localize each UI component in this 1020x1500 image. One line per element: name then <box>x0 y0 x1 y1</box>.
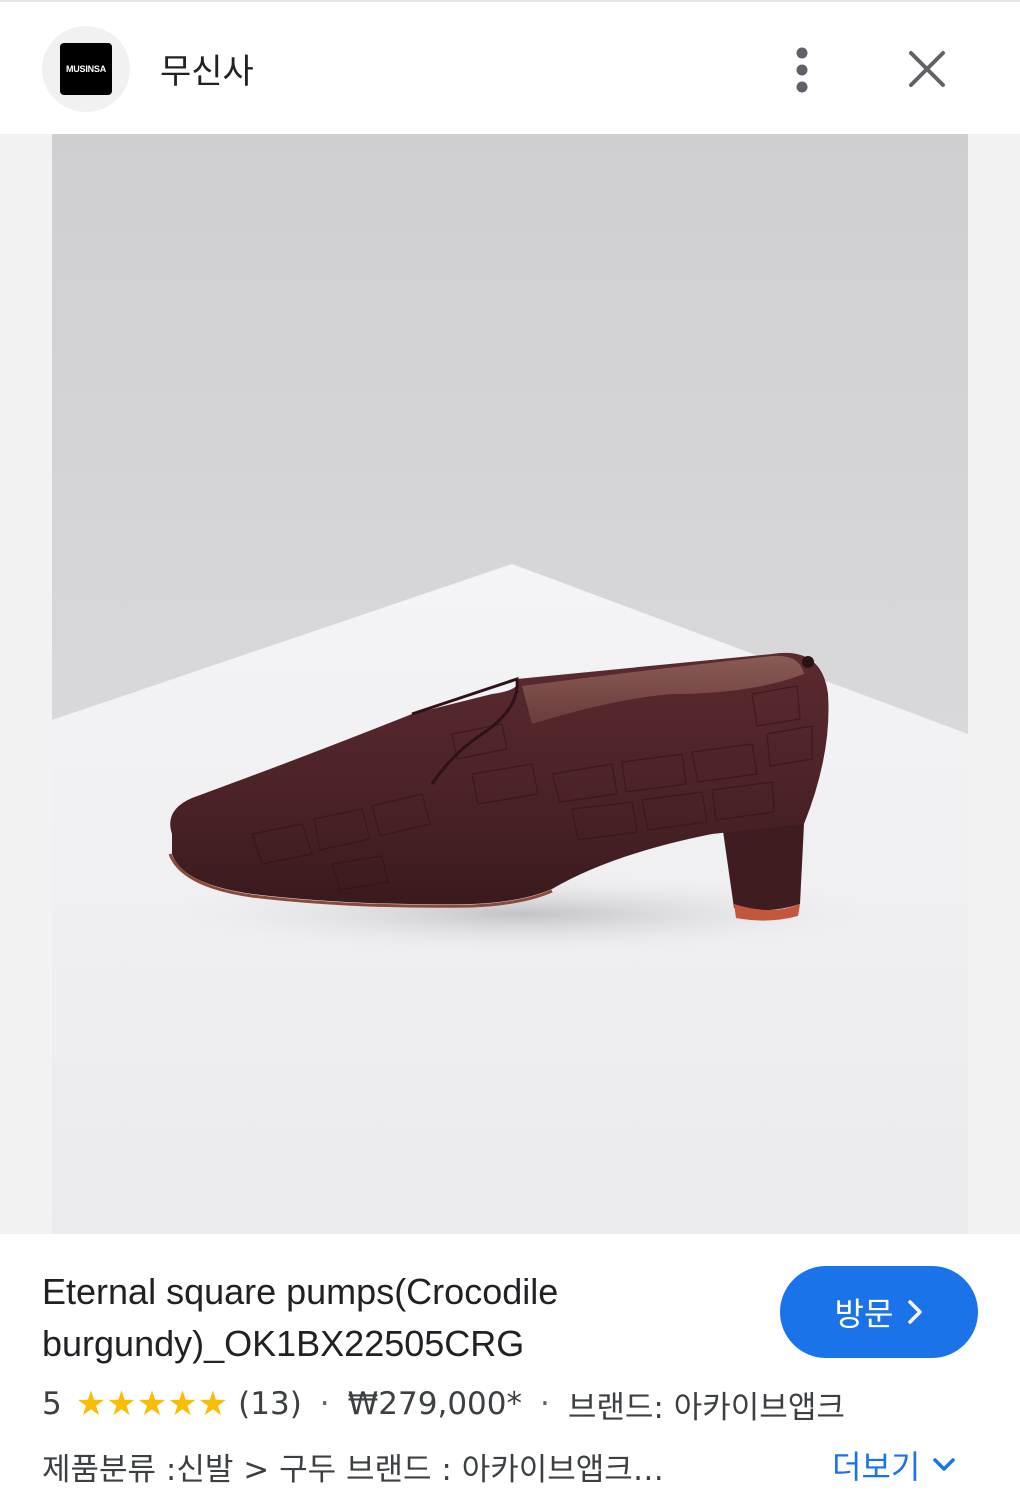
product-image[interactable] <box>52 134 968 1234</box>
more-options-button[interactable] <box>782 44 822 96</box>
logo-text: MUSINSA <box>60 43 112 95</box>
more-vert-icon <box>796 47 808 93</box>
star-icon: ★ <box>106 1384 137 1424</box>
visit-button[interactable]: 방문 <box>780 1266 978 1358</box>
product-title[interactable]: Eternal square pumps(Crocodile burgundy)… <box>42 1266 742 1370</box>
header-bar: MUSINSA 무신사 <box>0 0 1020 134</box>
price: ₩279,000* <box>347 1386 523 1422</box>
product-image-area <box>0 134 1020 1327</box>
close-icon <box>909 51 945 87</box>
star-icon: ★ <box>167 1384 198 1424</box>
product-title-line2: burgundy)_OK1BX22505CRG <box>42 1323 525 1364</box>
close-button[interactable] <box>900 42 954 96</box>
chevron-down-icon <box>933 1458 956 1471</box>
review-count: (13) <box>238 1386 302 1422</box>
brand-text: 브랜드: 아카이브앱크 <box>567 1389 845 1426</box>
product-info-panel: Eternal square pumps(Crocodile burgundy)… <box>0 1234 1020 1500</box>
separator-dot: · <box>540 1386 550 1422</box>
chevron-right-icon <box>908 1300 923 1324</box>
product-meta-row: 5 ★ ★ ★ ★ ★ (13) · ₩279,000* · 브랜드: 아카이브… <box>42 1382 845 1426</box>
rating-stars: ★ ★ ★ ★ ★ <box>76 1387 228 1421</box>
star-icon: ★ <box>75 1384 107 1424</box>
product-title-line1: Eternal square pumps(Crocodile <box>42 1271 559 1312</box>
more-button-label: 더보기 <box>832 1448 921 1486</box>
separator-dot: · <box>319 1386 330 1422</box>
site-logo[interactable]: MUSINSA <box>42 26 130 112</box>
star-icon: ★ <box>136 1384 168 1424</box>
rating-value: 5 <box>42 1386 62 1422</box>
more-button[interactable]: 더보기 <box>832 1442 956 1488</box>
site-name: 무신사 <box>160 52 254 92</box>
visit-button-label: 방문 <box>834 1295 894 1333</box>
star-icon: ★ <box>197 1384 229 1424</box>
category-text: 제품분류 :신발 > 구두 브랜드 : 아카이브앱크… <box>42 1452 664 1488</box>
